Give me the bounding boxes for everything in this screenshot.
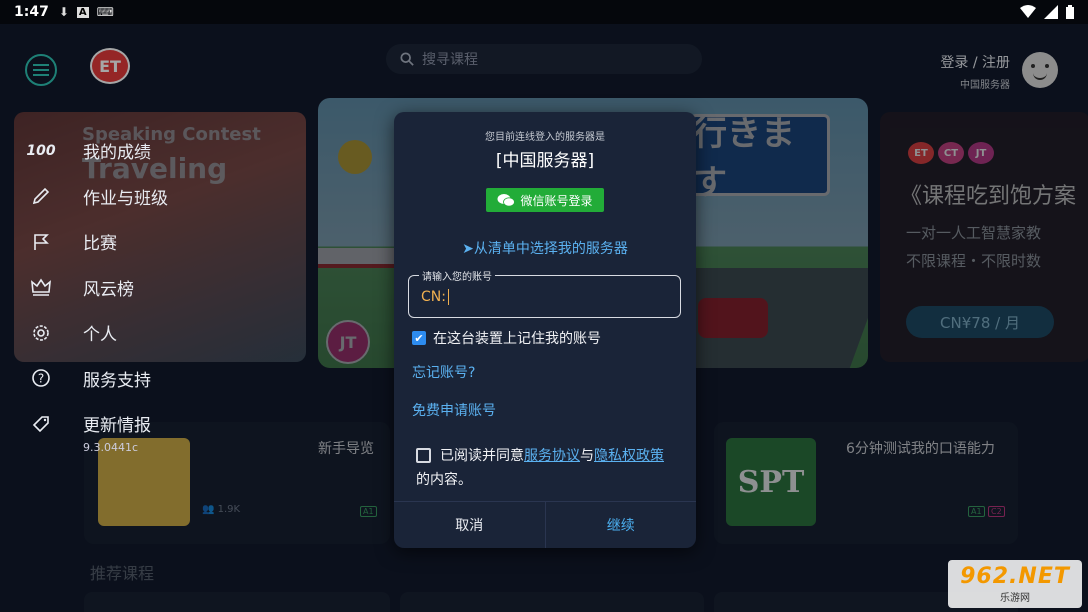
flag-icon <box>28 229 54 255</box>
gear-icon <box>28 320 54 346</box>
download-icon: ⬇ <box>58 5 69 19</box>
agree-and: 与 <box>580 448 594 464</box>
login-dialog: 您目前连线登入的服务器是 [中国服务器] 微信账号登录 ➤从清单中选择我的服务器… <box>394 112 696 548</box>
cancel-button[interactable]: 取消 <box>394 502 546 548</box>
a-icon: A <box>76 6 89 18</box>
sidebar-item-label: 个人 <box>83 325 117 346</box>
svg-text:?: ? <box>38 372 44 386</box>
account-field-label: 请输入您的账号 <box>419 268 495 283</box>
battery-icon <box>1066 5 1074 19</box>
score-100-icon: 100 <box>26 142 56 159</box>
watermark-logo: 962.NET <box>960 564 1070 589</box>
remember-account-option[interactable]: ✔ 在这台装置上记住我的账号 <box>412 328 601 348</box>
status-time: 1:47 <box>14 4 49 20</box>
sidebar-item-label: 比赛 <box>83 234 117 255</box>
text-cursor <box>447 289 449 305</box>
help-icon: ? <box>28 365 54 391</box>
remember-checkbox[interactable]: ✔ <box>412 331 426 345</box>
app-version: 9.3.0441c <box>83 440 139 454</box>
account-value: CN: <box>421 289 446 305</box>
continue-button[interactable]: 继续 <box>546 502 697 548</box>
sidebar-item-personal[interactable]: 个人 <box>28 310 188 356</box>
sidebar-item-support[interactable]: ? 服务支持 <box>28 356 188 402</box>
sidebar-item-scores[interactable]: 100 我的成绩 <box>26 128 188 174</box>
status-bar: 1:47 ⬇ A ⌨ <box>0 0 1088 24</box>
sidebar-item-leaderboard[interactable]: 风云榜 <box>28 265 188 311</box>
keyboard-icon: ⌨ <box>96 5 114 19</box>
crown-icon <box>28 274 54 300</box>
wechat-login-button[interactable]: 微信账号登录 <box>486 188 604 212</box>
agreement-text: 已阅读并同意服务协议与隐私权政策的内容。 <box>416 444 676 492</box>
sidebar-item-label: 服务支持 <box>83 370 151 391</box>
signal-icon <box>1044 5 1058 19</box>
apply-account-link[interactable]: 免费申请账号 <box>412 400 496 420</box>
sidebar-item-label: 我的成绩 <box>83 143 151 164</box>
sidebar-item-contest[interactable]: 比赛 <box>28 219 188 265</box>
current-server: [中国服务器] <box>495 151 595 171</box>
agreement-option: 已阅读并同意服务协议与隐私权政策的内容。 <box>416 444 676 492</box>
agree-checkbox[interactable] <box>416 448 431 463</box>
sidebar-item-label: 风云榜 <box>83 279 134 300</box>
service-agreement-link[interactable]: 服务协议 <box>524 448 580 464</box>
forgot-account-link[interactable]: 忘记账号? <box>412 362 475 382</box>
privacy-policy-link[interactable]: 隐私权政策 <box>594 448 664 464</box>
side-menu: 100 我的成绩 作业与班级 比赛 风云榜 个人 ? 服务支持 更新情报 9.3… <box>26 128 188 454</box>
agree-prefix: 已阅读并同意 <box>440 448 524 464</box>
watermark-text: 乐游网 <box>1000 593 1030 604</box>
wifi-icon <box>1020 5 1036 18</box>
site-watermark: 962.NET 乐游网 <box>948 560 1082 608</box>
pencil-icon <box>28 183 54 209</box>
dialog-footer: 取消 继续 <box>394 501 696 548</box>
sidebar-item-label: 作业与班级 <box>83 188 168 209</box>
sidebar-item-homework[interactable]: 作业与班级 <box>28 174 188 220</box>
tag-icon <box>28 411 54 437</box>
remember-label: 在这台装置上记住我的账号 <box>433 331 601 347</box>
choose-server-link[interactable]: ➤从清单中选择我的服务器 <box>394 238 696 258</box>
server-hint: 您目前连线登入的服务器是 <box>485 132 605 143</box>
sidebar-item-label: 更新情报 <box>83 416 151 437</box>
wechat-icon <box>497 194 516 207</box>
account-field[interactable]: 请输入您的账号 CN: <box>408 268 681 318</box>
agree-suffix: 的内容。 <box>416 472 472 488</box>
account-input[interactable]: CN: <box>421 289 449 305</box>
wechat-login-label: 微信账号登录 <box>520 193 593 208</box>
